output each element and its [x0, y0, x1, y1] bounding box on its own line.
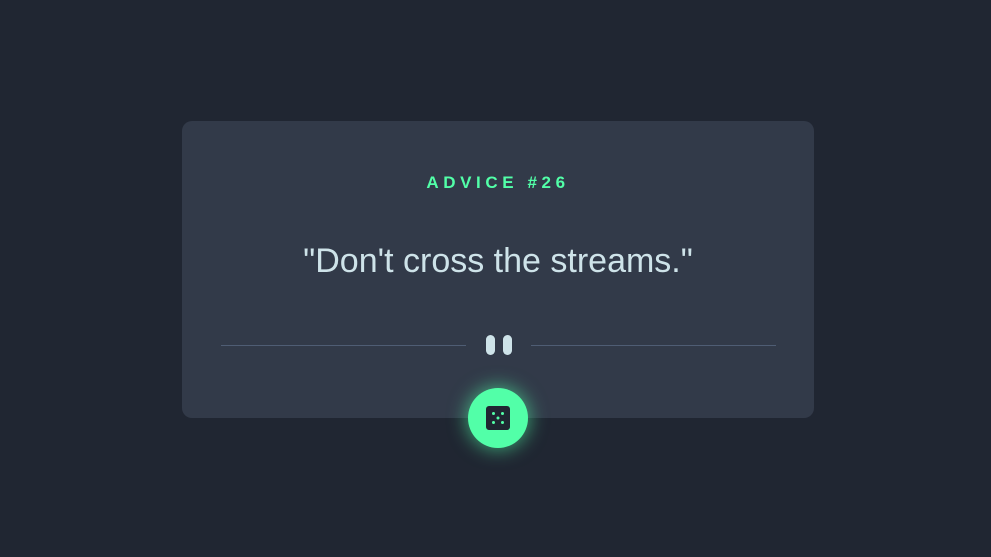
advice-card: ADVICE #26 "Don't cross the streams."	[182, 121, 814, 418]
advice-quote: "Don't cross the streams."	[303, 242, 693, 280]
dice-icon	[486, 406, 510, 430]
advice-app: { "advice": { "id_label": "ADVICE #26", …	[0, 0, 991, 557]
divider-line-right	[531, 345, 776, 346]
roll-dice-button[interactable]	[468, 388, 528, 448]
divider-line-left	[221, 345, 466, 346]
divider	[221, 333, 776, 357]
advice-id-label: ADVICE #26	[426, 173, 570, 192]
pause-icon	[486, 335, 512, 355]
